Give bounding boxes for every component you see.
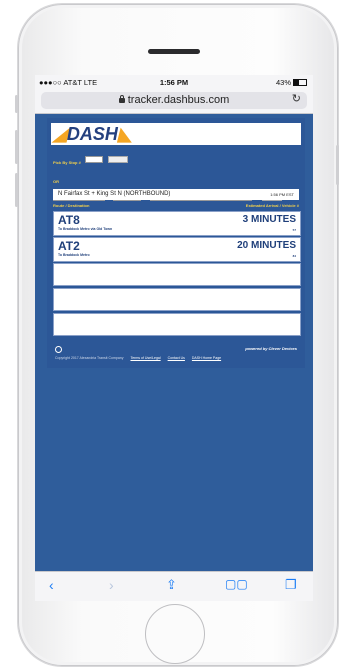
arrivals-header: Route / Destination Estimated Arrival / … [53,203,299,208]
power-button [336,145,339,185]
current-time: 1:56 PM EST [270,192,294,197]
lock-icon [118,95,125,103]
empty-arrival-row [53,288,301,311]
reload-icon[interactable]: ↻ [292,92,301,105]
terms-link[interactable]: Terms of Use/Legal [130,356,160,360]
estimated-arrival-header: Estimated Arrival / Vehicle # [245,203,299,208]
copyright-text: Copyright 2017 Alexandria Transit Compan… [55,356,124,360]
arrival-eta: 20 MINUTES [237,240,296,251]
battery-icon [293,79,307,86]
stop-number-label: Pick By Stop # [53,160,81,165]
battery-indicator: 43% [276,78,307,87]
url-text: tracker.dashbus.com [127,94,230,106]
volume-up-button [15,130,18,164]
route-destination-header: Route / Destination [53,203,90,208]
share-icon[interactable]: ⇪ [166,577,177,593]
arrival-row[interactable]: AT8 To Braddock Metro via Old Town 3 MIN… [53,211,301,236]
dash-logo[interactable]: ◢DASH◣ [53,124,132,145]
battery-percent: 43% [275,78,291,87]
address-bar: tracker.dashbus.com ↻ [35,89,313,114]
selected-stop-bar: N Fairfax St + King St N (NORTHBOUND) 1:… [53,189,299,200]
empty-arrival-row [53,313,301,336]
volume-down-button [15,173,18,207]
url-field[interactable]: tracker.dashbus.com [41,92,307,109]
or-label: OR [53,179,59,184]
route-destination: To Braddock Metro via Old Town [58,227,113,231]
empty-arrival-row [53,263,301,286]
home-page-link[interactable]: DASH Home Page [192,356,221,360]
vehicle-number: 57 [292,228,296,232]
selected-stop-name: N Fairfax St + King St N (NORTHBOUND) [58,191,171,197]
home-button[interactable] [145,604,205,664]
bookmarks-icon[interactable]: ▢▢ [225,577,248,591]
stop-go-button[interactable] [107,156,128,164]
web-content: ◢DASH◣ Pick By Stop # OR Map N Fairfax S… [47,118,305,368]
stop-number-input[interactable] [85,156,104,164]
back-icon[interactable]: ‹ [49,577,54,593]
route-name: AT2 [58,239,80,253]
route-name: AT8 [58,213,80,227]
tabs-icon[interactable]: ❐ [285,577,297,593]
help-icon[interactable] [55,346,62,353]
screen: ●●●○○ AT&T LTE 1:56 PM 43% tracker.dashb… [35,75,313,601]
arrival-row[interactable]: AT2 To Braddock Metro 20 MINUTES 84 [53,237,301,262]
arrival-eta: 3 MINUTES [242,214,296,225]
forward-icon[interactable]: › [109,577,114,593]
route-destination: To Braddock Metro [58,253,90,257]
browser-toolbar: ‹ › ⇪ ▢▢ ❐ [35,571,313,601]
vehicle-number: 84 [292,254,296,258]
mute-switch [15,95,18,113]
contact-link[interactable]: Contact Us [168,356,185,360]
speaker-grille [148,49,200,54]
status-bar: ●●●○○ AT&T LTE 1:56 PM 43% [35,75,313,89]
site-header: ◢DASH◣ [51,123,301,145]
footer: Copyright 2017 Alexandria Transit Compan… [55,356,301,360]
status-time: 1:56 PM [159,78,189,87]
powered-by: powered by Clever Devices [245,346,297,351]
